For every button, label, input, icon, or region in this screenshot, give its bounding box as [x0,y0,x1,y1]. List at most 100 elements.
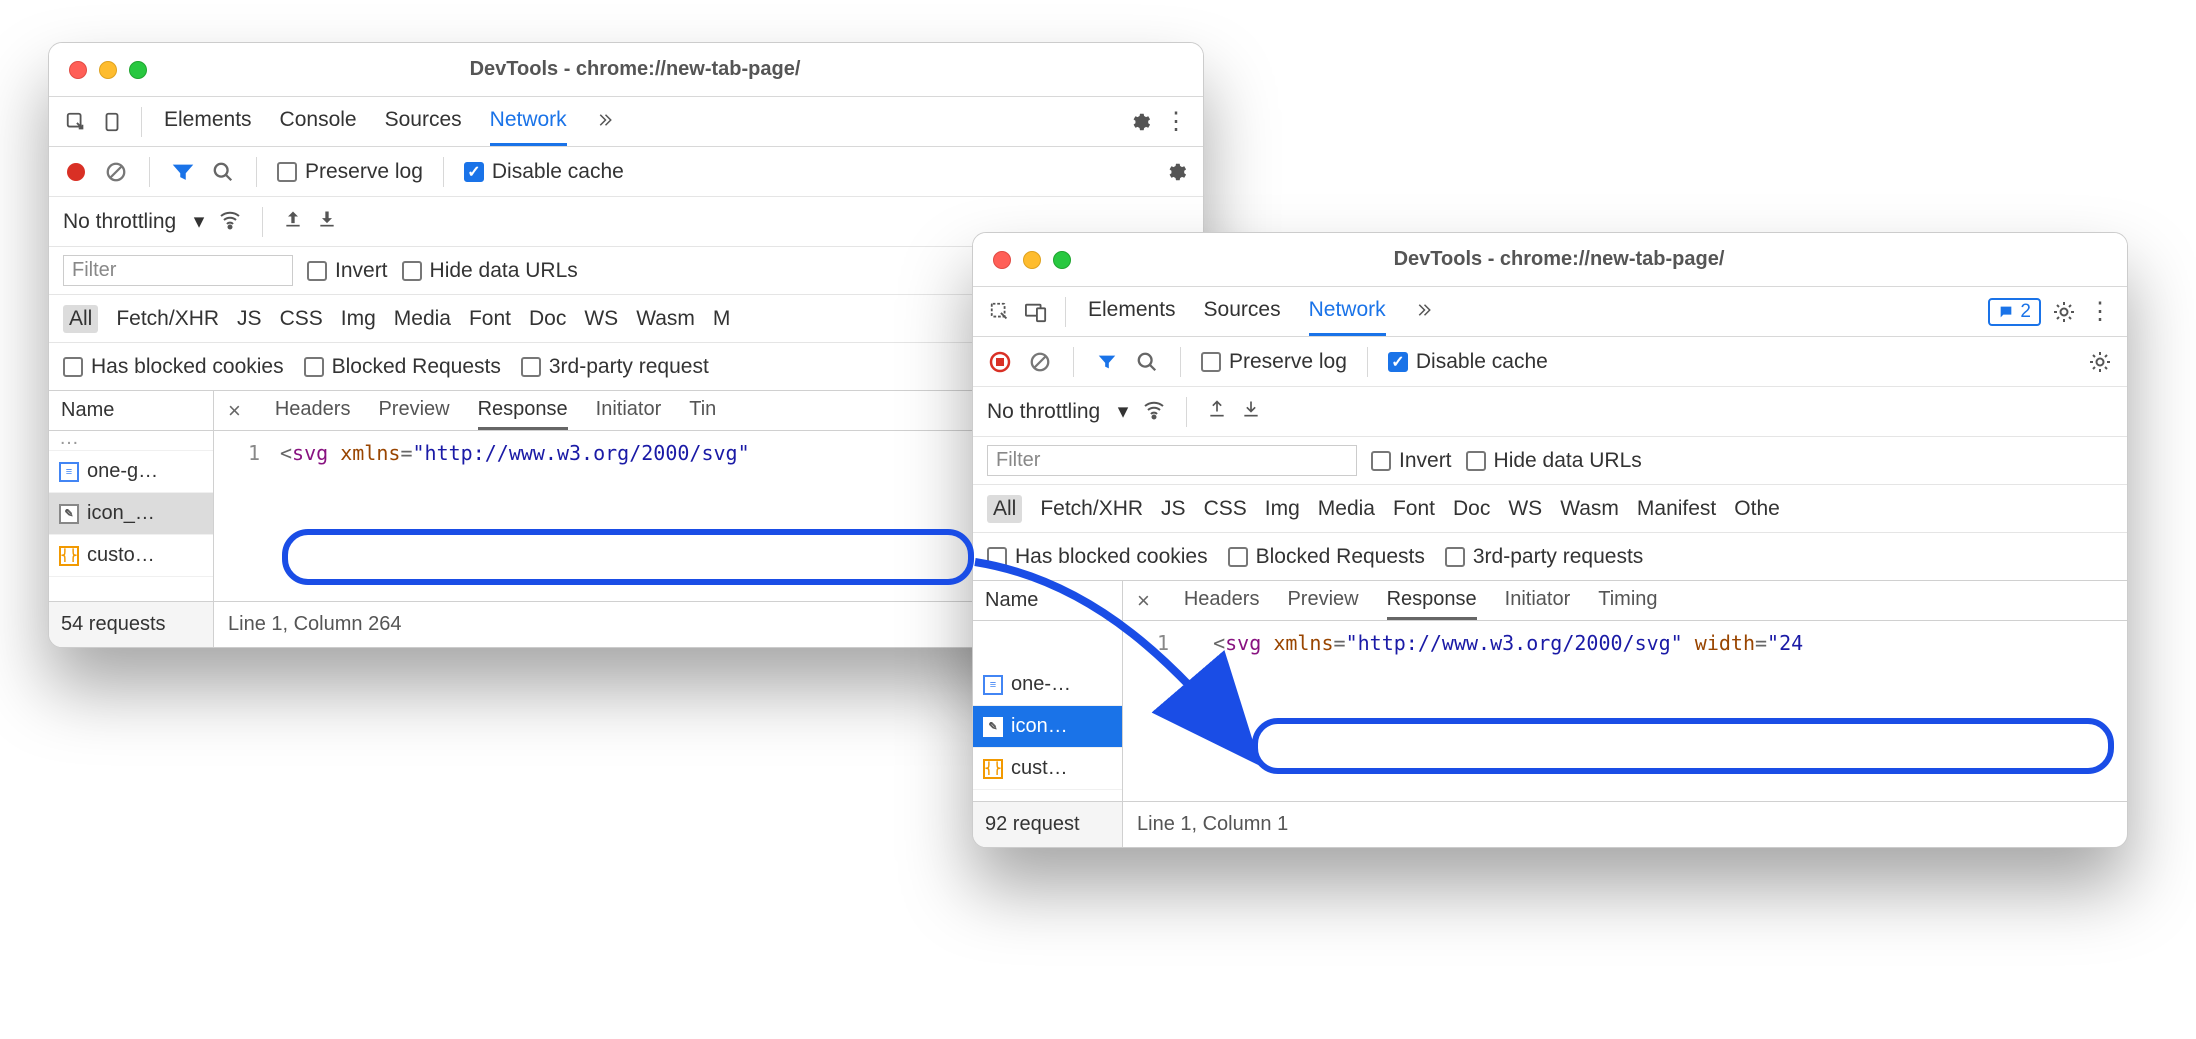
zoom-dot[interactable] [1053,251,1071,269]
response-tab-preview[interactable]: Preview [378,391,449,430]
tab-sources[interactable]: Sources [385,97,462,146]
tab-network[interactable]: Network [490,97,567,146]
device-icon[interactable] [1023,299,1049,325]
tab-network[interactable]: Network [1309,287,1386,336]
response-tab-response[interactable]: Response [478,391,568,430]
throttling-select[interactable]: No throttling ▾ [987,399,1128,424]
filter-doc[interactable]: Doc [529,307,566,331]
record-icon[interactable] [987,349,1013,375]
upload-icon[interactable] [1207,399,1227,425]
request-name: one-g… [87,460,158,483]
minimize-dot[interactable] [1023,251,1041,269]
inspect-icon[interactable] [63,109,89,135]
request-row[interactable]: ✎ icon_… [49,493,213,535]
blocked-requests-checkbox[interactable]: Blocked Requests [304,355,501,379]
device-icon[interactable] [99,109,125,135]
blocked-requests-checkbox[interactable]: Blocked Requests [1228,545,1425,569]
settings-icon[interactable] [1127,109,1153,135]
third-party-checkbox[interactable]: 3rd-party requests [1445,545,1643,569]
download-icon[interactable] [317,209,337,235]
name-column-header[interactable]: Name [973,581,1122,621]
preserve-log-checkbox[interactable]: Preserve log [277,160,423,184]
name-column-header[interactable]: Name [49,391,213,431]
traffic-lights[interactable] [69,61,147,79]
kebab-icon[interactable]: ⋮ [1163,109,1189,135]
close-dot[interactable] [69,61,87,79]
filter-fetchxhr[interactable]: Fetch/XHR [116,307,219,331]
filter-wasm[interactable]: Wasm [636,307,695,331]
request-row[interactable]: ≡ one-g… [49,451,213,493]
more-tabs[interactable] [1414,287,1432,336]
tab-console[interactable]: Console [280,97,357,146]
more-tabs[interactable] [595,97,613,146]
minimize-dot[interactable] [99,61,117,79]
response-tab-timing[interactable]: Tin [689,391,716,430]
clear-icon[interactable] [103,159,129,185]
filter-img[interactable]: Img [341,307,376,331]
traffic-lights[interactable] [993,251,1071,269]
issues-badge[interactable]: 2 [1988,298,2041,326]
invert-checkbox[interactable]: Invert [307,259,388,283]
request-name: icon_… [87,502,155,525]
search-icon[interactable] [1134,349,1160,375]
clear-icon[interactable] [1027,349,1053,375]
zoom-dot[interactable] [129,61,147,79]
window-title: DevTools - chrome://new-tab-page/ [167,58,1103,81]
inspect-icon[interactable] [987,299,1013,325]
line-number: 1 [1123,621,1183,801]
wifi-icon[interactable] [1142,397,1166,427]
filter-input[interactable]: Filter [987,445,1357,476]
response-tab-headers[interactable]: Headers [1184,581,1260,620]
filter-all[interactable]: All [987,495,1022,523]
filter-icon[interactable] [170,159,196,185]
download-icon[interactable] [1241,399,1261,425]
kebab-icon[interactable]: ⋮ [2087,299,2113,325]
filter-input[interactable]: Filter [63,255,293,286]
network-settings-icon[interactable] [2087,349,2113,375]
response-tab-initiator[interactable]: Initiator [596,391,662,430]
response-tab-headers[interactable]: Headers [275,391,351,430]
disable-cache-checkbox[interactable]: ✓Disable cache [1388,350,1548,374]
preserve-log-checkbox[interactable]: Preserve log [1201,350,1347,374]
network-settings-icon[interactable] [1163,159,1189,185]
hide-data-urls-checkbox[interactable]: Hide data URLs [402,259,578,283]
request-row[interactable]: ⎨⎬ custo… [49,535,213,577]
response-tab-preview[interactable]: Preview [1287,581,1358,620]
disable-cache-checkbox[interactable]: ✓Disable cache [464,160,624,184]
request-row[interactable]: ≡ one-… [973,664,1122,706]
filter-manifest[interactable]: M [713,307,731,331]
response-tab-response[interactable]: Response [1387,581,1477,620]
hide-data-urls-checkbox[interactable]: Hide data URLs [1466,449,1642,473]
request-name: custo… [87,544,155,567]
record-icon[interactable] [63,159,89,185]
request-row[interactable]: … [49,431,213,451]
line-number: 1 [214,431,274,601]
filter-media[interactable]: Media [394,307,451,331]
has-blocked-cookies-checkbox[interactable]: Has blocked cookies [987,545,1208,569]
search-icon[interactable] [210,159,236,185]
filter-font[interactable]: Font [469,307,511,331]
tab-elements[interactable]: Elements [1088,287,1176,336]
tab-elements[interactable]: Elements [164,97,252,146]
filter-ws[interactable]: WS [584,307,618,331]
has-blocked-cookies-checkbox[interactable]: Has blocked cookies [63,355,284,379]
settings-icon[interactable] [2051,299,2077,325]
close-icon[interactable]: × [1137,588,1150,614]
response-code[interactable]: <svg xmlns="http://www.w3.org/2000/svg" … [1183,621,2127,801]
filter-icon[interactable] [1094,349,1120,375]
response-tab-timing[interactable]: Timing [1598,581,1657,620]
request-row[interactable]: ⎨⎬ cust… [973,748,1122,790]
invert-checkbox[interactable]: Invert [1371,449,1452,473]
filter-js[interactable]: JS [237,307,262,331]
close-dot[interactable] [993,251,1011,269]
response-tab-initiator[interactable]: Initiator [1505,581,1571,620]
tab-sources[interactable]: Sources [1204,287,1281,336]
request-row[interactable]: ✎ icon… [973,706,1122,748]
filter-all[interactable]: All [63,305,98,333]
upload-icon[interactable] [283,209,303,235]
filter-css[interactable]: CSS [280,307,323,331]
wifi-icon[interactable] [218,207,242,237]
third-party-checkbox[interactable]: 3rd-party request [521,355,709,379]
throttling-select[interactable]: No throttling ▾ [63,209,204,234]
close-icon[interactable]: × [228,398,241,424]
